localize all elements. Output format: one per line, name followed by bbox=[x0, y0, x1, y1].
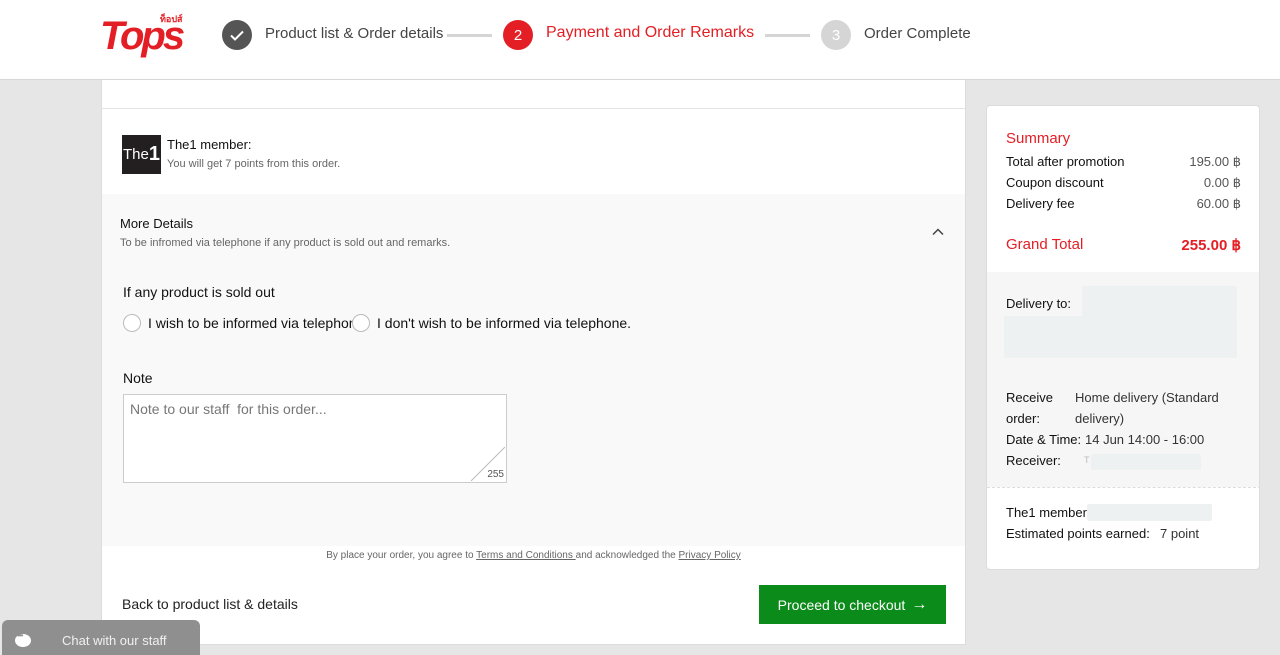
proceed-to-checkout-button[interactable]: Proceed to checkout → bbox=[759, 585, 946, 624]
summary-row-value: 195.00 ฿ bbox=[1189, 154, 1241, 169]
arrow-right-icon: → bbox=[911, 595, 928, 613]
radio-circle[interactable] bbox=[352, 314, 370, 332]
step-2-label: Payment and Order Remarks bbox=[546, 24, 755, 41]
agreement-middle: and acknowledged the bbox=[575, 550, 679, 561]
grand-total-value: 255.00 ฿ bbox=[1181, 237, 1241, 254]
step-connector bbox=[765, 34, 810, 37]
sold-out-question: If any product is sold out bbox=[123, 284, 275, 300]
radio-no-inform-telephone[interactable]: I don't wish to be informed via telephon… bbox=[352, 314, 631, 332]
chevron-up-icon[interactable] bbox=[932, 226, 944, 238]
note-textarea[interactable] bbox=[124, 395, 506, 482]
summary-row: Coupon discount 0.00 ฿ bbox=[1006, 175, 1241, 190]
the1-points-message: You will get 7 points from this order. bbox=[167, 158, 341, 170]
privacy-link[interactable]: Privacy Policy bbox=[679, 550, 741, 561]
radio-inform-telephone[interactable]: I wish to be informed via telephone. bbox=[123, 314, 368, 332]
header: Tops ท็อปส์ Product list & Order details… bbox=[0, 0, 1280, 80]
more-details-subtitle: To be infromed via telephone if any prod… bbox=[120, 237, 451, 249]
receive-order-label: Receive order: bbox=[1006, 387, 1053, 429]
divider bbox=[102, 108, 965, 109]
redacted-receiver bbox=[1091, 454, 1201, 470]
step-2-number: 2 bbox=[503, 20, 533, 50]
checkout-label: Proceed to checkout bbox=[777, 596, 906, 613]
grand-total: Grand Total 255.00 ฿ bbox=[1006, 236, 1241, 254]
the1-logo: The 1 bbox=[122, 135, 161, 174]
delivery-to-label: Delivery to: bbox=[1006, 296, 1072, 311]
receive-value-line: delivery) bbox=[1075, 411, 1125, 426]
step-connector bbox=[447, 34, 492, 37]
receiver-value: T bbox=[1084, 455, 1090, 465]
receive-label-line: Receive bbox=[1006, 390, 1053, 405]
receiver-label: Receiver: bbox=[1006, 453, 1061, 468]
step-3-label: Order Complete bbox=[864, 25, 971, 42]
summary-panel: Summary Total after promotion 195.00 ฿ C… bbox=[986, 105, 1260, 570]
order-remarks-panel: The 1 The1 member: You will get 7 points … bbox=[101, 80, 966, 645]
chat-label: Chat with our staff bbox=[62, 632, 167, 648]
redacted-address bbox=[1082, 286, 1237, 316]
back-to-product-list-link[interactable]: Back to product list & details bbox=[122, 596, 298, 612]
radio-circle[interactable] bbox=[123, 314, 141, 332]
grand-total-label: Grand Total bbox=[1006, 236, 1084, 253]
datetime-label: Date & Time: bbox=[1006, 432, 1082, 447]
the1-member-title: The1 member: bbox=[167, 137, 252, 152]
summary-row-value: 0.00 ฿ bbox=[1203, 175, 1241, 190]
agreement-prefix: By place your order, you agree to bbox=[326, 550, 477, 561]
chat-with-staff-button[interactable]: Chat with our staff bbox=[2, 620, 200, 655]
note-box: 255 bbox=[123, 394, 507, 483]
tops-logo[interactable]: Tops ท็อปส์ bbox=[100, 12, 185, 58]
note-char-counter: 255 bbox=[487, 469, 504, 480]
step-3-number: 3 bbox=[821, 20, 851, 50]
summary-title: Summary bbox=[1006, 130, 1071, 147]
summary-row: Delivery fee 60.00 ฿ bbox=[1006, 196, 1241, 211]
radio-label: I don't wish to be informed via telephon… bbox=[377, 315, 632, 331]
receive-order-value: Home delivery (Standard delivery) bbox=[1075, 387, 1219, 429]
chat-bubble-icon bbox=[15, 631, 31, 647]
summary-row-label: Total after promotion bbox=[1006, 154, 1125, 169]
summary-row-value: 60.00 ฿ bbox=[1196, 196, 1241, 211]
redacted-address bbox=[1004, 316, 1237, 358]
the1-logo-text: The bbox=[123, 146, 149, 163]
more-details-title: More Details bbox=[120, 216, 193, 231]
the1-member-label: The1 member: bbox=[1006, 505, 1091, 520]
points-value: 7 point bbox=[1160, 526, 1200, 541]
receive-label-line: order: bbox=[1006, 411, 1040, 426]
step-1-label: Product list & Order details bbox=[265, 25, 444, 42]
divider bbox=[987, 487, 1259, 488]
terms-link[interactable]: Terms and Conditions bbox=[476, 550, 576, 561]
agreement-text: By place your order, you agree to Terms … bbox=[102, 550, 965, 561]
points-label: Estimated points earned: bbox=[1006, 526, 1150, 541]
note-label: Note bbox=[123, 370, 153, 386]
the1-logo-num: 1 bbox=[148, 143, 160, 165]
summary-row-label: Delivery fee bbox=[1006, 196, 1075, 211]
radio-label: I wish to be informed via telephone. bbox=[148, 315, 369, 331]
receive-value-line: Home delivery (Standard bbox=[1075, 390, 1219, 405]
redacted-member-id bbox=[1087, 504, 1212, 521]
summary-row-label: Coupon discount bbox=[1006, 175, 1104, 190]
datetime-value: 14 Jun 14:00 - 16:00 bbox=[1085, 432, 1205, 447]
more-details-section: More Details To be infromed via telephon… bbox=[102, 194, 965, 546]
summary-row: Total after promotion 195.00 ฿ bbox=[1006, 154, 1241, 169]
step-1-check-icon bbox=[222, 20, 252, 50]
logo-thai: ท็อปส์ bbox=[160, 14, 183, 24]
